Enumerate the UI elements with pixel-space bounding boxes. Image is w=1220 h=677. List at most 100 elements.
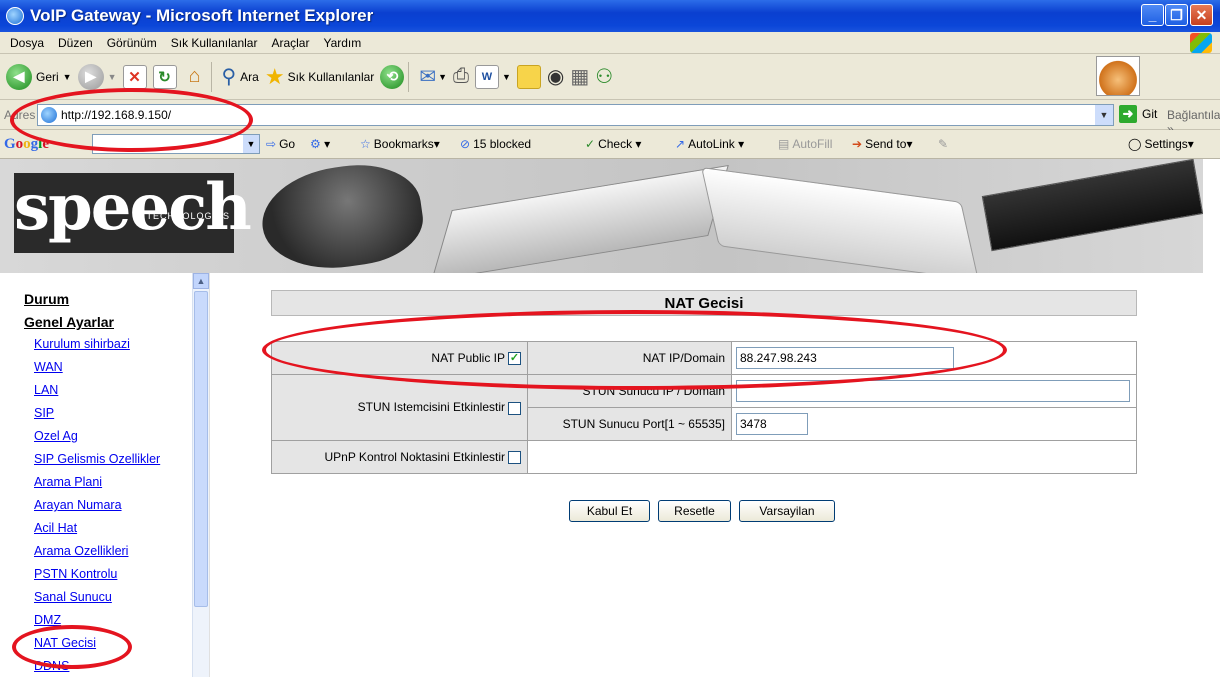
nat-domain-label: NAT IP/Domain — [527, 341, 732, 375]
ie-throbber-icon — [1096, 56, 1140, 96]
back-button[interactable]: ◀ Geri ▼ — [6, 63, 72, 90]
nat-settings-table: NAT Public IP✓ NAT IP/Domain STUN Istemc… — [271, 341, 1137, 474]
stun-enable-checkbox[interactable] — [508, 401, 521, 415]
sidebar-item-private-network[interactable]: Ozel Ag — [34, 429, 78, 443]
sidebar-item-sip-advanced[interactable]: SIP Gelismis Ozellikler — [34, 452, 160, 466]
main-content: NAT Gecisi NAT Public IP ✓ NAT IP/Domain … — [210, 273, 1203, 677]
stun-server-input[interactable] — [736, 380, 1130, 402]
scrollbar-thumb[interactable] — [194, 291, 208, 607]
window-title: VoIP Gateway - Microsoft Internet Explor… — [30, 6, 374, 25]
messenger-icon[interactable]: ◉ — [547, 64, 564, 89]
address-input[interactable]: http://192.168.9.150/ ▼ — [37, 104, 1114, 126]
upnp-label: UPnP Kontrol Noktasini Etkinlestir — [324, 449, 505, 464]
device-image-gateway — [255, 159, 429, 273]
google-go-button[interactable]: ⇨ Go — [266, 137, 295, 151]
home-icon[interactable]: ⌂ — [183, 65, 207, 89]
stop-icon[interactable]: ✕ — [122, 64, 147, 89]
bookmarks-button[interactable]: ☆ Bookmarks ▾ — [360, 137, 440, 151]
sidebar-item-sip[interactable]: SIP — [34, 406, 54, 420]
menu-view[interactable]: Görünüm — [107, 36, 157, 50]
back-arrow-icon: ◀ — [6, 63, 32, 90]
sidebar-heading-general[interactable]: Genel Ayarlar — [24, 314, 114, 330]
window-titlebar: VoIP Gateway - Microsoft Internet Explor… — [0, 0, 1220, 32]
refresh-icon[interactable]: ↻ — [152, 64, 177, 89]
go-label: Git — [1142, 107, 1158, 121]
minimize-button[interactable]: _ — [1141, 4, 1164, 26]
google-options-button[interactable]: ⚙ ▾ — [310, 137, 330, 151]
google-search-input[interactable]: ▼ — [92, 134, 260, 154]
settings-icon: ◯ — [1128, 137, 1142, 151]
sidebar-item-lan[interactable]: LAN — [34, 383, 58, 397]
sendto-button[interactable]: ➔ Send to ▾ — [852, 137, 912, 151]
edit-word-icon[interactable]: W — [475, 64, 499, 89]
autolink-button[interactable]: ↗ AutoLink ▾ — [675, 137, 744, 151]
go-button[interactable]: ➜ Git — [1119, 105, 1157, 123]
sidebar-scrollbar[interactable]: ▲ — [192, 273, 209, 677]
sidebar-item-pstn-control[interactable]: PSTN Kontrolu — [34, 567, 117, 581]
menu-edit[interactable]: Düzen — [58, 36, 93, 50]
sidebar-item-nat-traversal[interactable]: NAT Gecisi — [34, 636, 96, 650]
pagerank-icon: ⚙ — [310, 137, 321, 151]
maximize-button[interactable]: ❐ — [1165, 4, 1188, 26]
discuss-icon[interactable] — [516, 64, 541, 89]
device-image-router — [431, 164, 729, 273]
favorites-button[interactable]: ★ Sık Kullanılanlar — [265, 64, 374, 90]
default-button[interactable]: Varsayilan — [739, 500, 835, 522]
back-dropdown-icon[interactable]: ▼ — [63, 72, 72, 82]
sidebar-item-emergency-line[interactable]: Acil Hat — [34, 521, 77, 535]
forward-button[interactable]: ▶ ▼ — [77, 63, 117, 90]
mail-dropdown-icon[interactable]: ▼ — [438, 72, 447, 82]
sidebar-item-call-features[interactable]: Arama Ozellikleri — [34, 544, 128, 558]
google-logo[interactable]: Google — [4, 136, 49, 153]
upnp-empty-cell — [527, 440, 1137, 474]
search-button[interactable]: ⚲ Ara — [222, 64, 259, 89]
stun-port-input[interactable] — [736, 413, 808, 435]
nat-public-ip-checkbox[interactable]: ✓ — [508, 352, 521, 366]
address-label: Adres — [4, 107, 36, 122]
menu-help[interactable]: Yardım — [323, 36, 361, 50]
ie-icon — [6, 7, 24, 25]
msn-people-icon[interactable]: ⚇ — [595, 64, 613, 89]
reset-button[interactable]: Resetle — [658, 500, 731, 522]
sidebar-item-wan[interactable]: WAN — [34, 360, 63, 374]
autofill-button[interactable]: ▤ AutoFill — [778, 137, 832, 151]
research-icon[interactable]: ▦ — [570, 64, 589, 89]
sidebar-item-virtual-server[interactable]: Sanal Sunucu — [34, 590, 112, 604]
page-banner: speech TECHNOLOGIES — [0, 159, 1203, 273]
upnp-checkbox[interactable] — [508, 451, 521, 465]
mail-icon[interactable]: ✉ — [419, 64, 436, 89]
favorites-label: Sık Kullanılanlar — [287, 69, 375, 84]
sidebar-item-setup-wizard[interactable]: Kurulum sihirbazi — [34, 337, 130, 351]
address-dropdown-icon[interactable]: ▼ — [1095, 105, 1113, 125]
popup-blocker-button[interactable]: ⊘ 15 blocked — [460, 137, 531, 151]
speech-logo: speech TECHNOLOGIES — [14, 173, 252, 253]
history-icon[interactable]: ⟲ — [380, 64, 405, 89]
bookmarks-star-icon: ☆ — [360, 137, 371, 151]
spellcheck-icon: ✓ — [585, 137, 596, 151]
menu-file[interactable]: Dosya — [10, 36, 44, 50]
accept-button[interactable]: Kabul Et — [569, 500, 650, 522]
close-button[interactable]: ✕ — [1190, 4, 1213, 26]
sidebar-item-ddns[interactable]: DDNS — [34, 659, 69, 673]
go-arrow-icon: ➜ — [1119, 105, 1137, 123]
browser-toolbar: ◀ Geri ▼ ▶ ▼ ✕ ↻ ⌂ ⚲ Ara ★ Sık Kullanıla… — [0, 54, 1220, 100]
scroll-up-icon[interactable]: ▲ — [193, 273, 209, 289]
sidebar-item-dial-plan[interactable]: Arama Plani — [34, 475, 102, 489]
stun-server-label: STUN Sunucu IP / Domain — [527, 374, 732, 408]
nat-domain-input[interactable] — [736, 347, 954, 369]
edit-dropdown-icon[interactable]: ▼ — [502, 72, 511, 82]
sidebar-item-caller-id[interactable]: Arayan Numara — [34, 498, 122, 512]
favorites-star-icon: ★ — [264, 63, 285, 89]
forward-dropdown-icon[interactable]: ▼ — [108, 72, 117, 82]
menu-tools[interactable]: Araçlar — [271, 36, 309, 50]
page-title: NAT Gecisi — [271, 290, 1137, 316]
print-icon[interactable]: ⎙ — [453, 65, 469, 88]
google-search-dropdown-icon[interactable]: ▼ — [243, 135, 259, 153]
sidebar-heading-status[interactable]: Durum — [24, 291, 69, 307]
highlight-icon[interactable]: ✎ — [938, 137, 948, 151]
sidebar-nav: Durum Genel Ayarlar Kurulum sihirbazi WA… — [0, 273, 210, 677]
sidebar-item-dmz[interactable]: DMZ — [34, 613, 61, 627]
menu-favorites[interactable]: Sık Kullanılanlar — [171, 36, 258, 50]
settings-button[interactable]: ◯ Settings ▾ — [1128, 137, 1194, 151]
spellcheck-button[interactable]: ✓ Check ▾ — [585, 137, 641, 151]
